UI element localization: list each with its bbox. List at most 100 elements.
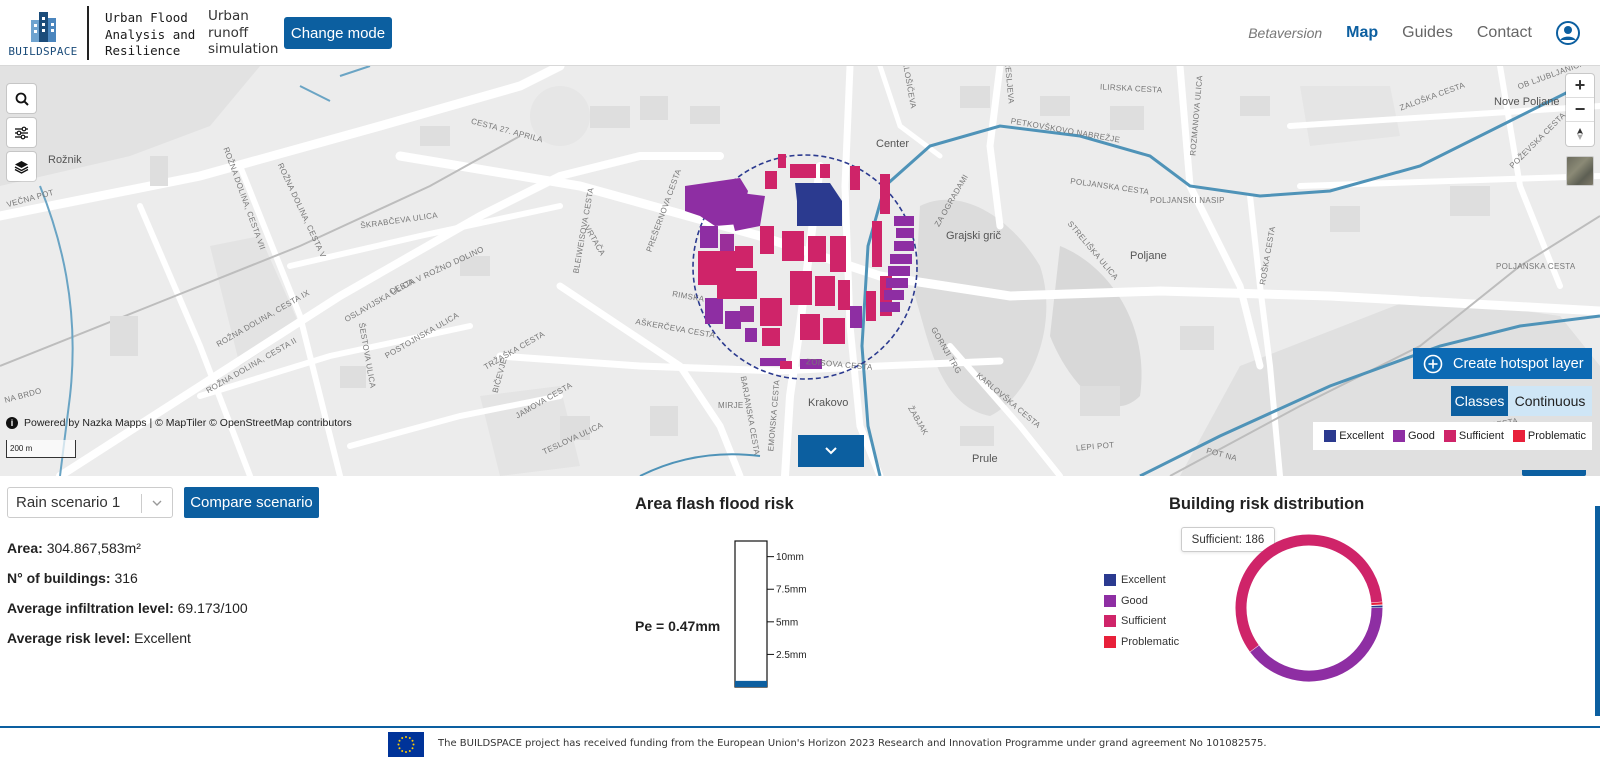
info-icon[interactable]: i [6,417,18,429]
buildspace-logo-icon [31,12,56,42]
legend-swatch [1324,430,1337,442]
nav-guides[interactable]: Guides [1402,24,1453,42]
legend-swatch [1443,430,1456,442]
legend-item-good: Good [1388,430,1435,442]
legend-label: Problematic [1121,635,1180,648]
map-attribution: i Powered by Nazka Mapps | © MapTiler © … [6,415,352,431]
stat-label: Area: [7,540,43,556]
app-header: BUILDSPACE Urban Flood Analysis and Resi… [0,0,1600,66]
place-label: Krakovo [808,397,849,409]
legend-label: Good [1121,594,1148,607]
hotspot-label: Create hotspot layer [1453,355,1584,372]
stat-value: Excellent [134,630,191,646]
dist-legend-excellent[interactable]: Excellent [1104,570,1179,591]
dist-legend-sufficient[interactable]: Sufficient [1104,611,1179,632]
chevron-down-icon [825,447,837,455]
stat-value: 69.173/100 [177,600,248,616]
satellite-basemap-toggle[interactable] [1566,156,1594,186]
user-account-icon[interactable] [1556,21,1580,45]
map-legend: Excellent Good Sufficient Problematic [1313,422,1592,450]
stat-infiltration: Average infiltration level: 69.173/100 [7,598,248,618]
layers-icon [14,160,29,174]
legend-swatch [1104,635,1116,648]
area-stats: Area: 304.867,583m² N° of buildings: 316… [7,538,248,658]
gauge-frame [734,540,768,688]
stat-risk: Average risk level: Excellent [7,628,248,648]
stat-area: Area: 304.867,583m² [7,538,248,558]
header-divider [87,6,89,60]
gauge-tick-label: 7.5mm [776,585,807,596]
main-nav: Betaversion Map Guides Contact [1248,0,1580,66]
stat-value: 316 [114,570,138,586]
gauge-tick-label: 10mm [776,552,804,563]
distribution-title: Building risk distribution [1169,495,1365,513]
street-label: MIRJE [718,401,744,410]
legend-item-excellent: Excellent [1319,430,1384,442]
stat-buildings: N° of buildings: 316 [7,568,248,588]
place-label: Prule [972,453,998,465]
attribution-text: Powered by Nazka Mapps | © MapTiler © Op… [24,417,352,429]
collapse-map-button[interactable] [798,435,864,467]
place-label: Rožnik [48,154,82,166]
legend-label: Sufficient [1121,615,1167,628]
distribution-legend: Excellent Good Sufficient Problematic [1104,570,1179,652]
continuous-toggle[interactable]: Continuous [1508,386,1592,416]
map-layers-button[interactable] [7,152,36,181]
building-risk-donut[interactable] [1229,528,1389,688]
gauge-ticks: 2.5mm 5mm 7.5mm 10mm [767,552,807,661]
chevron-down-icon [152,500,162,506]
compass-icon [1577,128,1583,140]
legend-label: Excellent [1339,430,1384,442]
flood-map[interactable]: Rožnik Center Grajski grič Poljane Krako… [0,66,1600,476]
legend-item-problematic: Problematic [1508,430,1586,442]
analysis-panel: Rain scenario 1 Compare scenario Area: 3… [0,476,1600,726]
classes-toggle[interactable]: Classes [1451,386,1508,416]
dist-legend-good[interactable]: Good [1104,591,1179,612]
app-title: Urban Flood Analysis and Resilience [105,10,196,58]
map-search-button[interactable] [7,84,36,113]
nav-map[interactable]: Map [1346,24,1378,42]
legend-label: Problematic [1527,430,1586,442]
legend-swatch [1104,574,1116,587]
donut-slice-good[interactable] [1249,607,1383,682]
legend-item-sufficient: Sufficient [1439,430,1504,442]
flash-flood-gauge: 2.5mm 5mm 7.5mm 10mm [734,540,807,688]
zoom-in-button[interactable]: + [1566,74,1594,98]
funding-footer: The BUILDSPACE project has received fund… [0,726,1600,759]
legend-mode-toggle: Classes Continuous [1451,386,1592,416]
legend-label: Sufficient [1458,430,1504,442]
gauge-fill [735,680,767,687]
pe-value-label: Pe = 0.47mm [635,618,721,634]
compare-scenario-button[interactable]: Compare scenario [184,487,319,518]
flash-flood-title: Area flash flood risk [635,495,794,513]
legend-label: Good [1407,430,1435,442]
stat-label: Average risk level: [7,630,131,646]
nav-contact[interactable]: Contact [1477,24,1532,42]
buildspace-logo[interactable]: BUILDSPACE [8,8,78,58]
place-label: Poljane [1130,250,1167,262]
map-filters-button[interactable] [7,118,36,147]
scale-bar: 200 m [6,440,76,458]
funding-text: The BUILDSPACE project has received fund… [438,738,1267,749]
gauge-tick-label: 5mm [776,617,798,628]
legend-swatch [1104,594,1116,607]
search-icon [15,92,29,106]
scenario-value: Rain scenario 1 [16,494,121,511]
legend-swatch [1512,430,1525,442]
donut-slice-sufficient[interactable] [1235,534,1383,652]
reset-north-button[interactable] [1566,122,1594,146]
zoom-out-button[interactable]: − [1566,98,1594,122]
dist-legend-problematic[interactable]: Problematic [1104,632,1179,653]
legend-swatch [1392,430,1405,442]
eu-flag-icon [388,732,424,757]
street-label: POLJANSKI NASIP [1150,196,1225,205]
legend-label: Excellent [1121,574,1166,587]
place-label: Center [876,138,910,150]
street-label: POLJANSKA CESTA [1496,262,1576,271]
change-mode-button[interactable]: Change mode [284,17,392,49]
create-hotspot-layer-button[interactable]: Create hotspot layer [1413,348,1592,379]
rain-scenario-select[interactable]: Rain scenario 1 [7,487,173,518]
select-separator [141,494,142,513]
panel-scrollbar[interactable] [1595,506,1600,716]
place-label: Grajski grič [946,230,1002,242]
